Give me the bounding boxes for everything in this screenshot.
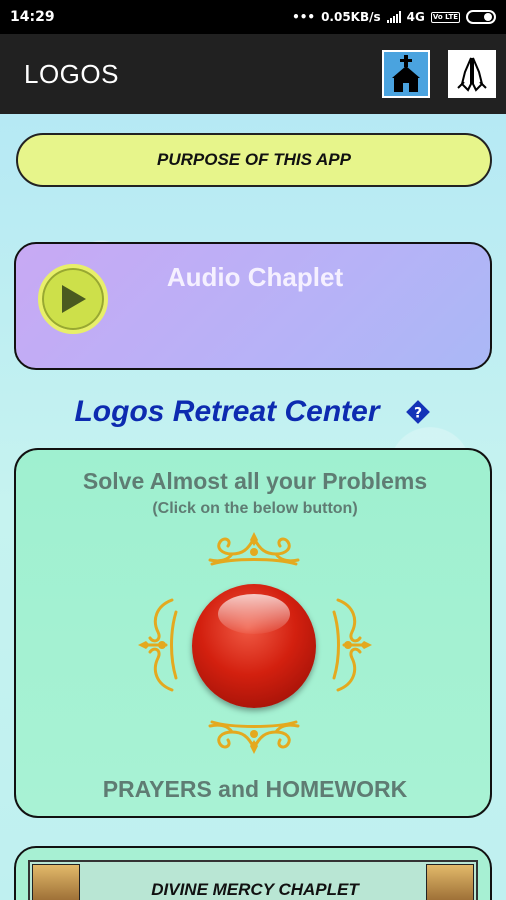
purpose-button[interactable]: PURPOSE OF THIS APP	[16, 133, 492, 187]
praying-hands-icon	[457, 57, 487, 92]
prayers-homework-label: PRAYERS and HOMEWORK	[102, 776, 408, 802]
app-actions	[382, 50, 496, 98]
right-ornament-icon	[332, 598, 372, 692]
status-time: 14:29	[10, 9, 55, 25]
status-bar: 14:29 ••• 0.05KB/s 4G Vo LTE	[0, 0, 506, 34]
volte-badge: Vo LTE	[430, 11, 460, 23]
divine-mercy-banner[interactable]: DIVINE MERCY CHAPLET	[28, 860, 478, 900]
top-ornament-icon	[208, 532, 300, 566]
bottom-ornament-icon	[208, 720, 300, 754]
retreat-center-row: Logos Retreat Center ?	[0, 392, 506, 432]
church-icon	[392, 55, 420, 92]
problems-card: Solve Almost all your Problems (Click on…	[14, 448, 492, 818]
play-icon	[62, 285, 86, 313]
app-bar: LOGOS	[0, 34, 506, 114]
problems-title: Solve Almost all your Problems	[82, 468, 428, 494]
status-indicators: ••• 0.05KB/s 4G Vo LTE	[292, 10, 496, 24]
svg-text:?: ?	[413, 406, 421, 422]
church-button[interactable]	[382, 50, 430, 98]
left-ornament-icon	[138, 598, 178, 692]
prayers-red-button[interactable]	[192, 584, 316, 708]
network-speed: 0.05KB/s	[321, 10, 381, 24]
main-content: PURPOSE OF THIS APP Audio Chaplet Logos …	[0, 114, 506, 900]
audio-chaplet-card[interactable]: Audio Chaplet	[14, 242, 492, 370]
network-type: 4G	[406, 10, 425, 24]
battery-icon	[466, 10, 496, 24]
play-button[interactable]	[38, 264, 108, 334]
problems-subtitle: (Click on the below button)	[152, 500, 358, 517]
help-icon[interactable]: ?	[404, 398, 432, 426]
retreat-center-title[interactable]: Logos Retreat Center	[74, 395, 379, 429]
dots-icon: •••	[292, 10, 316, 24]
divine-mercy-card[interactable]: DIVINE MERCY CHAPLET	[14, 846, 492, 900]
saint-image-right	[426, 864, 474, 900]
divine-mercy-title: DIVINE MERCY CHAPLET	[151, 880, 359, 899]
prayer-button[interactable]	[448, 50, 496, 98]
signal-icon	[386, 11, 401, 23]
app-title: LOGOS	[24, 58, 119, 89]
